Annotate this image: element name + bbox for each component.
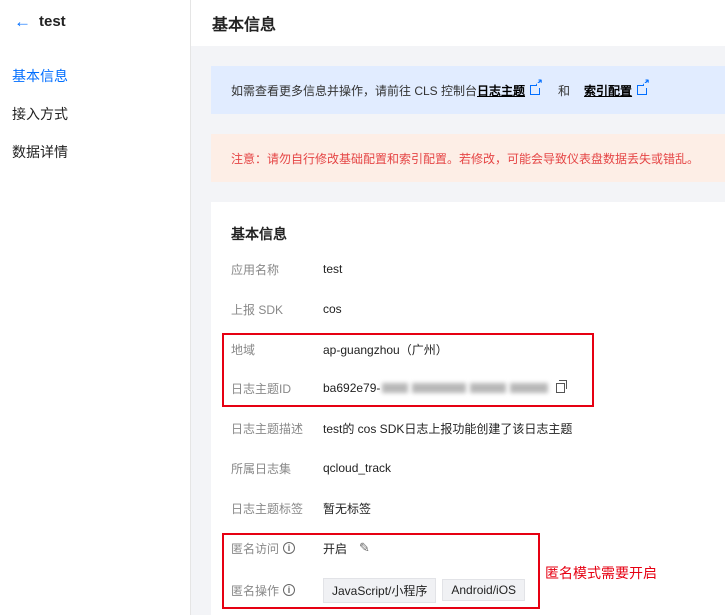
logset-row: 所属日志集 qcloud_track (231, 458, 391, 478)
highlight-box-region-topic (222, 333, 594, 407)
page-header: 基本信息 (191, 0, 725, 46)
topic-desc-row: 日志主题描述 test的 cos SDK日志上报功能创建了该日志主题 (231, 418, 572, 438)
and-text: 和 (558, 83, 571, 98)
app-name-label: 应用名称 (231, 262, 280, 277)
topic-desc-value: test的 cos SDK日志上报功能创建了该日志主题 (323, 421, 573, 436)
card-title: 基本信息 (231, 226, 287, 242)
app-name-value: test (323, 262, 343, 276)
info-alert-text: 如需查看更多信息并操作，请前往 CLS 控制台 (231, 83, 478, 98)
sdk-value: cos (323, 302, 342, 316)
logset-value: qcloud_track (323, 461, 392, 475)
main-content: 基本信息 如需查看更多信息并操作，请前往 CLS 控制台 日志主题 和 索引配置… (191, 0, 725, 615)
topic-link[interactable]: 日志主题 (477, 82, 525, 99)
topic-tags-label: 日志主题标签 (231, 501, 304, 516)
external-link-icon[interactable] (637, 78, 650, 95)
sidebar: ← test 基本信息 接入方式 数据详情 (0, 0, 191, 615)
app-name-row: 应用名称 test (231, 259, 342, 279)
back-label: test (39, 13, 66, 30)
sidebar-item-data-details[interactable]: 数据详情 (12, 142, 68, 162)
topic-tags-value: 暂无标签 (323, 501, 372, 516)
warning-alert: 注意：请勿自行修改基础配置和索引配置。若修改，可能会导致仪表盘数据丢失或错乱。 (211, 134, 725, 182)
info-alert: 如需查看更多信息并操作，请前往 CLS 控制台 日志主题 和 索引配置 (211, 66, 725, 114)
sdk-row: 上报 SDK cos (231, 299, 342, 319)
annotation-text: 匿名模式需要开启 (545, 565, 657, 581)
topic-tags-row: 日志主题标签 暂无标签 (231, 498, 371, 518)
back-button[interactable]: ← test (14, 13, 66, 30)
page-title: 基本信息 (212, 17, 277, 34)
sidebar-item-basic-info[interactable]: 基本信息 (12, 66, 68, 86)
topic-desc-label: 日志主题描述 (231, 421, 304, 436)
logset-label: 所属日志集 (231, 461, 292, 476)
external-link-icon[interactable] (530, 78, 543, 95)
arrow-left-icon: ← (14, 12, 31, 31)
index-config-link[interactable]: 索引配置 (584, 82, 632, 99)
sdk-label: 上报 SDK (231, 302, 284, 317)
sidebar-item-access-method[interactable]: 接入方式 (12, 104, 68, 124)
highlight-box-anonymous (222, 533, 540, 609)
warning-alert-text: 注意：请勿自行修改基础配置和索引配置。若修改，可能会导致仪表盘数据丢失或错乱。 (231, 151, 700, 166)
